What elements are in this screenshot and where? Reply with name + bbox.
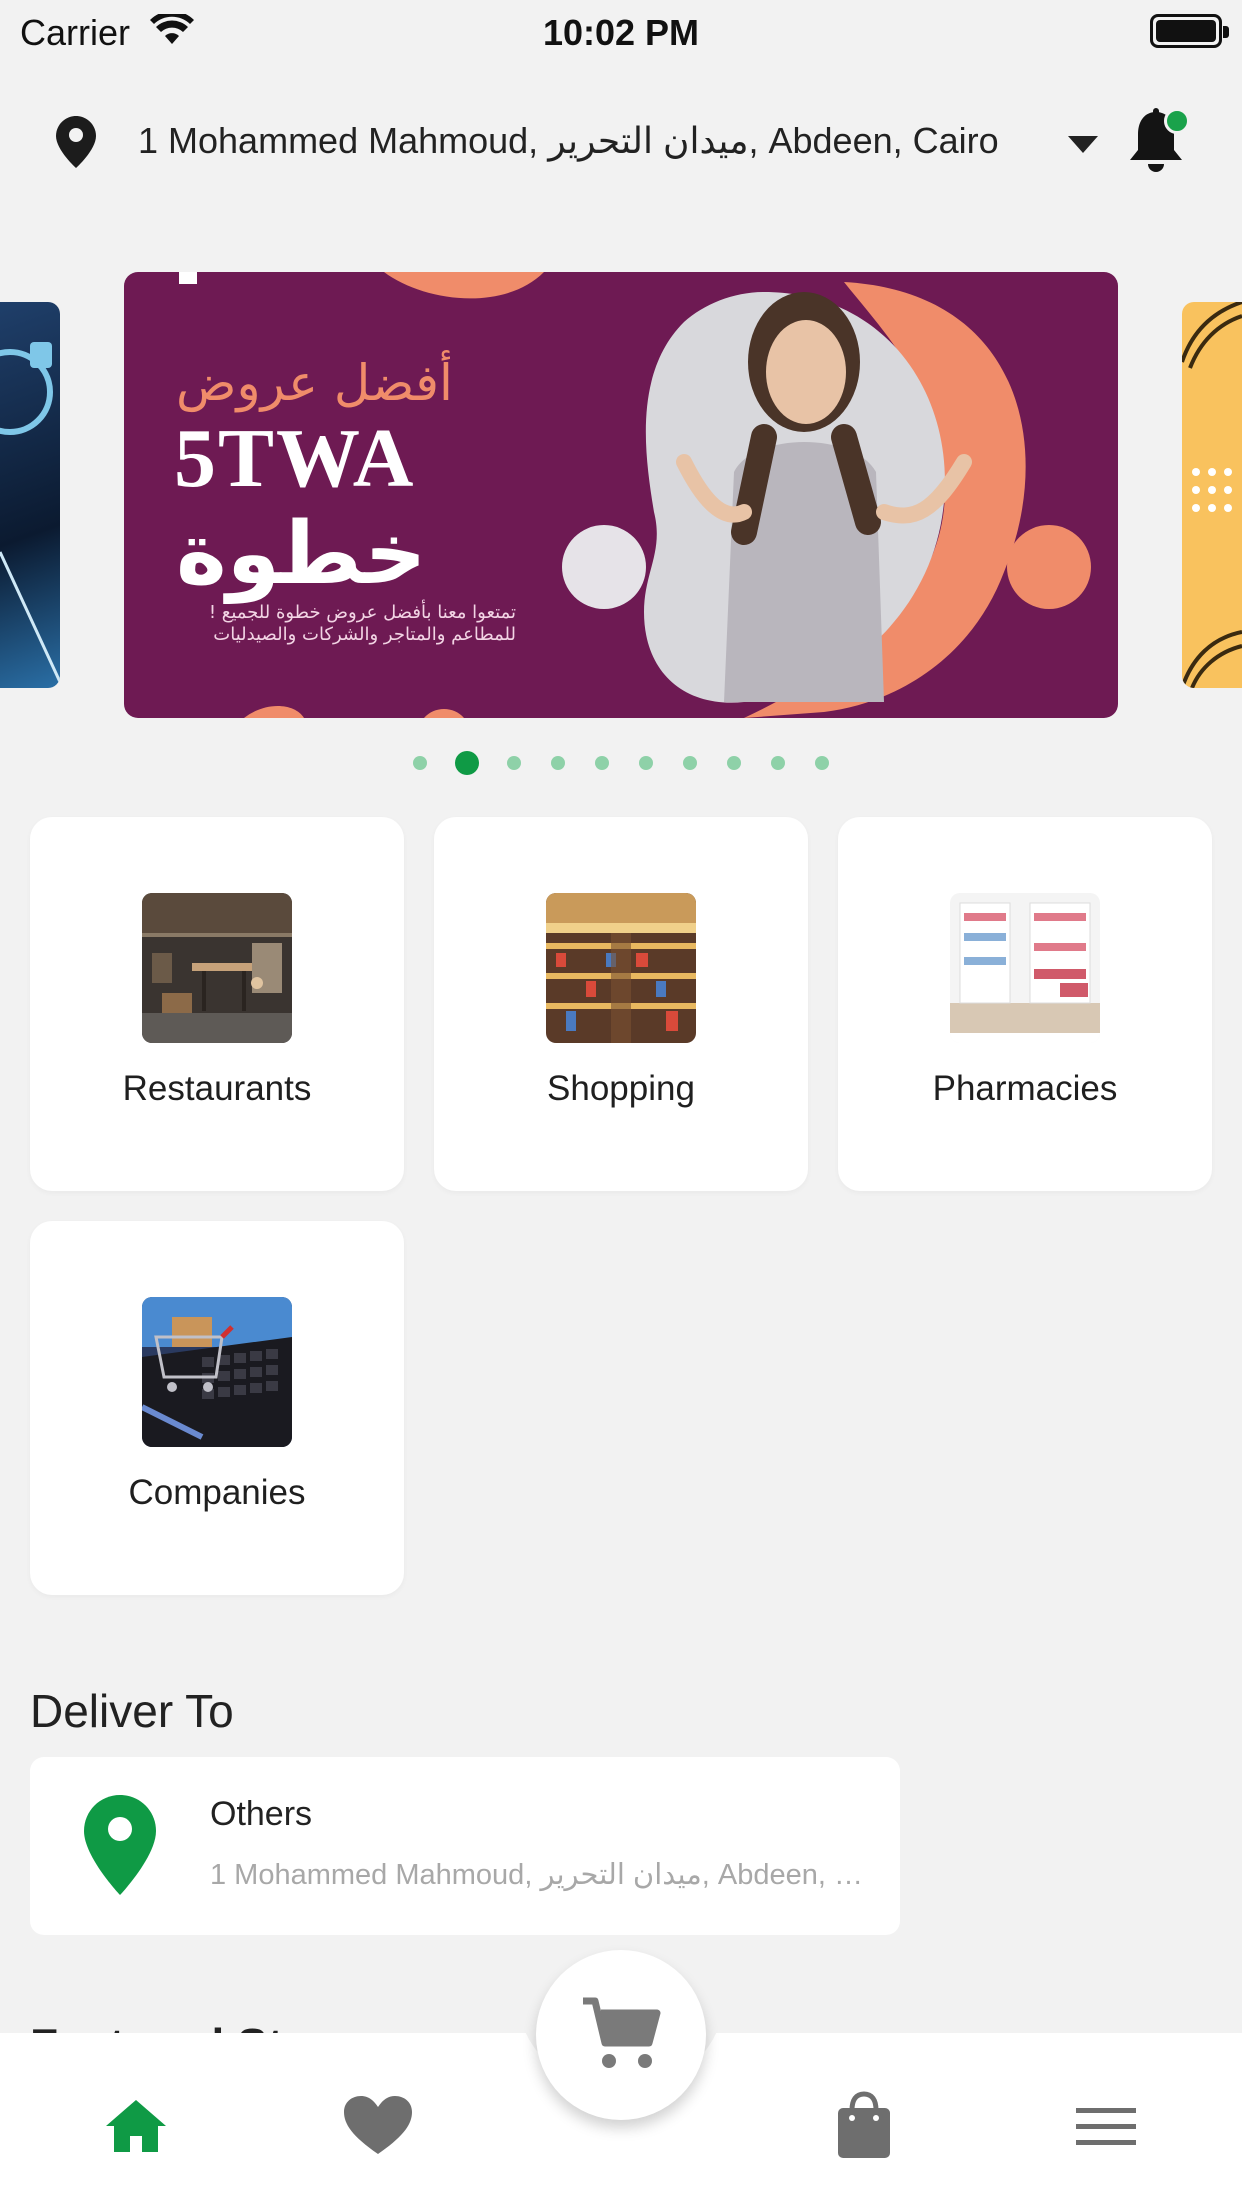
delivery-address-card[interactable]: Others 1 Mohammed Mahmoud, ميدان التحرير…: [30, 1757, 900, 1935]
chevron-down-icon[interactable]: [1068, 136, 1098, 153]
banner-next[interactable]: [1182, 302, 1242, 688]
page-dot[interactable]: [727, 756, 741, 770]
restaurant-photo: [142, 893, 292, 1043]
pharmacy-photo: [950, 893, 1100, 1043]
menu-icon[interactable]: [1066, 2086, 1146, 2166]
bag-icon[interactable]: [824, 2086, 904, 2166]
location-pin-icon: [56, 116, 96, 168]
banner-subtitle: تمتعوا معنا بأفضل عروض خطوة للجميع ! للم…: [176, 602, 516, 646]
heart-icon[interactable]: [338, 2086, 418, 2166]
promo-banner[interactable]: أفضل عروض 5TWA خطوة تمتعوا معنا بأفضل عر…: [124, 272, 1118, 718]
category-card-companies[interactable]: Companies: [30, 1221, 404, 1595]
page-dot[interactable]: [413, 756, 427, 770]
page-dot[interactable]: [595, 756, 609, 770]
banner-subtitle-line: تمتعوا معنا بأفضل عروض خطوة للجميع !: [208, 602, 516, 623]
category-card-restaurants[interactable]: Restaurants: [30, 817, 404, 1191]
banner-headline: أفضل عروض: [176, 354, 453, 412]
battery-icon: [1150, 14, 1229, 48]
banner-previous[interactable]: [0, 302, 60, 688]
category-card-pharmacies[interactable]: Pharmacies: [838, 817, 1212, 1191]
cart-icon: [583, 1997, 661, 2068]
banner-brand: 5TWA: [174, 412, 416, 505]
clock: 10:02 PM: [542, 12, 700, 53]
page-dot[interactable]: [815, 756, 829, 770]
category-label: Pharmacies: [932, 1069, 1118, 1108]
delivery-address-label: Others: [210, 1795, 313, 1833]
carousel-pagination[interactable]: [0, 748, 1242, 778]
status-bar: Carrier 10:02 PM: [0, 0, 1242, 60]
laptop-cart-photo: [142, 1297, 292, 1447]
banner-next-art: [1182, 302, 1242, 688]
deliver-to-heading: Deliver To: [30, 1685, 234, 1737]
page-dot[interactable]: [507, 756, 521, 770]
page-dot[interactable]: [771, 756, 785, 770]
banner-prev-art: [0, 342, 60, 683]
banner-brand-arabic: خطوة: [176, 504, 427, 604]
address-selector[interactable]: 1 Mohammed Mahmoud, ميدان التحرير, Abdee…: [0, 100, 1242, 190]
category-label: Companies: [128, 1473, 306, 1512]
page-dot[interactable]: [639, 756, 653, 770]
promo-carousel[interactable]: أفضل عروض 5TWA خطوة تمتعوا معنا بأفضل عر…: [0, 272, 1242, 718]
banner-subtitle-line: للمطاعم والمتاجر والشركات والصيدليات: [213, 624, 516, 645]
page-dot-active[interactable]: [455, 751, 479, 775]
delivery-address-text: 1 Mohammed Mahmoud, ميدان التحرير, Abdee…: [210, 1859, 864, 1891]
current-address[interactable]: 1 Mohammed Mahmoud, ميدان التحرير, Abdee…: [138, 120, 998, 162]
category-label: Restaurants: [122, 1069, 312, 1108]
home-icon[interactable]: [96, 2086, 176, 2166]
cart-button[interactable]: [536, 1950, 706, 2120]
mall-photo: [546, 893, 696, 1043]
page-dot[interactable]: [683, 756, 697, 770]
location-pin-icon: [84, 1795, 156, 1895]
notification-badge: [1164, 108, 1190, 134]
category-label: Shopping: [547, 1069, 695, 1108]
category-card-shopping[interactable]: Shopping: [434, 817, 808, 1191]
page-dot[interactable]: [551, 756, 565, 770]
